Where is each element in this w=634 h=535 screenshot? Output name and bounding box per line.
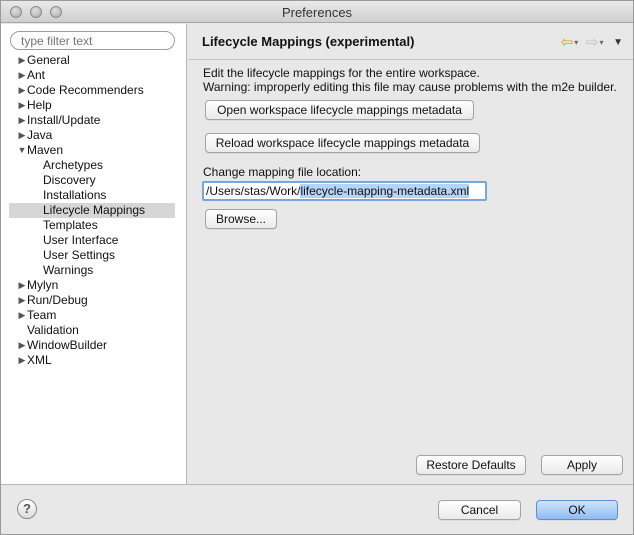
- forward-arrow-icon[interactable]: ⇨: [586, 33, 599, 51]
- tree-item-lifecycle-mappings[interactable]: Lifecycle Mappings: [9, 203, 175, 218]
- back-dropdown-icon[interactable]: ▾: [574, 38, 578, 47]
- expand-arrow-icon[interactable]: ▶: [17, 83, 27, 98]
- expand-arrow-icon[interactable]: ▶: [17, 68, 27, 83]
- collapse-arrow-icon[interactable]: ▼: [17, 143, 27, 158]
- tree-item-discovery[interactable]: Discovery: [1, 173, 187, 188]
- expand-arrow-icon[interactable]: ▶: [17, 113, 27, 128]
- footer-divider: [1, 484, 633, 485]
- cancel-button[interactable]: Cancel: [438, 500, 521, 520]
- tree-item-user-interface[interactable]: User Interface: [1, 233, 187, 248]
- tree-item-install-update[interactable]: ▶ Install/Update: [1, 113, 187, 128]
- header-divider: [188, 59, 633, 60]
- open-metadata-button[interactable]: Open workspace lifecycle mappings metada…: [205, 100, 474, 120]
- expand-arrow-icon[interactable]: ▶: [17, 293, 27, 308]
- restore-defaults-button[interactable]: Restore Defaults: [416, 455, 526, 475]
- window-title: Preferences: [281, 5, 353, 20]
- apply-button[interactable]: Apply: [541, 455, 623, 475]
- preferences-tree: ▶ General ▶ Ant ▶ Code Recommenders ▶ Help ▶…: [1, 53, 187, 368]
- sidebar: ▶General ▶Ant ▶Code Recommenders ▶Help ▶…: [1, 24, 187, 484]
- tree-item-user-settings[interactable]: User Settings: [1, 248, 187, 263]
- tree-item-run-debug[interactable]: ▶ Run/Debug: [1, 293, 187, 308]
- description-line: Edit the lifecycle mappings for the enti…: [203, 66, 480, 80]
- tree-item-general[interactable]: ▶ General: [1, 53, 187, 68]
- tree-item-maven[interactable]: ▼ Maven: [1, 143, 187, 158]
- tree-item-templates[interactable]: Templates: [1, 218, 187, 233]
- preference-page: Lifecycle Mappings (experimental) ⇦▾ ⇨▾ …: [188, 24, 633, 484]
- tree-item-xml[interactable]: ▶ XML: [1, 353, 187, 368]
- browse-button[interactable]: Browse...: [205, 209, 277, 229]
- ok-button[interactable]: OK: [536, 500, 618, 520]
- tree-item-ant[interactable]: ▶ Ant: [1, 68, 187, 83]
- mapping-file-path-input[interactable]: /Users/stas/Work/lifecycle-mapping-metad…: [202, 181, 487, 201]
- forward-dropdown-icon[interactable]: ▾: [599, 38, 603, 47]
- title-bar: Preferences: [1, 1, 633, 23]
- expand-arrow-icon[interactable]: ▶: [17, 98, 27, 113]
- back-arrow-icon[interactable]: ⇦: [561, 33, 574, 51]
- tree-item-installations[interactable]: Installations: [1, 188, 187, 203]
- tree-item-help[interactable]: ▶ Help: [1, 98, 187, 113]
- tree-item-code-recommenders[interactable]: ▶ Code Recommenders: [1, 83, 187, 98]
- view-menu-icon[interactable]: ▼: [613, 37, 623, 48]
- tree-item-java[interactable]: ▶ Java: [1, 128, 187, 143]
- expand-arrow-icon[interactable]: ▶: [17, 128, 27, 143]
- expand-arrow-icon[interactable]: ▶: [17, 308, 27, 323]
- expand-arrow-icon[interactable]: ▶: [17, 353, 27, 368]
- tree-item-mylyn[interactable]: ▶ Mylyn: [1, 278, 187, 293]
- path-selected-text: lifecycle-mapping-metadata.xml: [300, 184, 470, 198]
- page-description: Edit the lifecycle mappings for the enti…: [203, 66, 617, 94]
- tree-item-warnings[interactable]: Warnings: [1, 263, 187, 278]
- page-navigation: ⇦▾ ⇨▾ ▼: [561, 33, 623, 51]
- page-header: Lifecycle Mappings (experimental) ⇦▾ ⇨▾ …: [188, 24, 633, 57]
- path-prefix-text: /Users/stas/Work/: [206, 184, 301, 198]
- preferences-window: Preferences ▶General ▶Ant ▶Code Recommen…: [0, 0, 634, 535]
- tree-item-team[interactable]: ▶ Team: [1, 308, 187, 323]
- warning-line: Warning: improperly editing this file ma…: [203, 80, 617, 94]
- tree-item-validation[interactable]: Validation: [1, 323, 187, 338]
- help-icon[interactable]: ?: [17, 499, 37, 519]
- expand-arrow-icon[interactable]: ▶: [17, 278, 27, 293]
- expand-arrow-icon[interactable]: ▶: [17, 338, 27, 353]
- change-location-label: Change mapping file location:: [203, 165, 362, 179]
- tree-item-archetypes[interactable]: Archetypes: [1, 158, 187, 173]
- page-title: Lifecycle Mappings (experimental): [202, 34, 415, 49]
- tree-item-windowbuilder[interactable]: ▶ WindowBuilder: [1, 338, 187, 353]
- filter-input[interactable]: [10, 31, 175, 50]
- reload-metadata-button[interactable]: Reload workspace lifecycle mappings meta…: [205, 133, 480, 153]
- expand-arrow-icon[interactable]: ▶: [17, 53, 27, 68]
